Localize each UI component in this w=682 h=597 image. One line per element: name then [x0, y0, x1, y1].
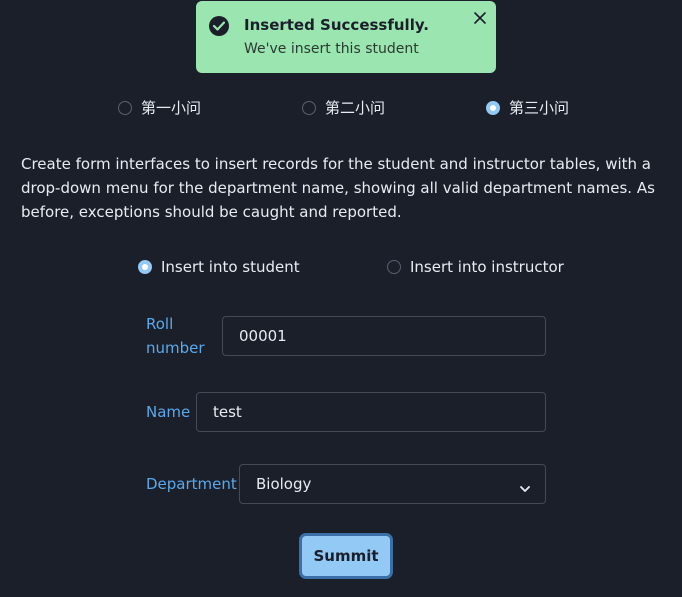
radio-question-1[interactable]: 第一小问 — [118, 97, 201, 118]
radio-insert-instructor[interactable]: Insert into instructor — [387, 258, 564, 276]
radio-insert-student[interactable]: Insert into student — [138, 258, 300, 276]
chevron-down-icon — [519, 479, 531, 498]
page: Inserted Successfully. We've insert this… — [0, 0, 682, 597]
radio-question-1-label: 第一小问 — [141, 99, 202, 117]
roll-number-label-line1: Roll — [146, 315, 174, 333]
radio-button[interactable] — [118, 100, 132, 115]
department-select[interactable]: Biology — [239, 464, 546, 504]
department-select-value: Biology — [256, 475, 312, 493]
radio-button-checked[interactable] — [486, 100, 500, 115]
toast-title: Inserted Successfully. — [244, 16, 429, 34]
submit-button[interactable]: Summit — [299, 533, 393, 579]
radio-question-2[interactable]: 第二小问 — [302, 97, 385, 118]
roll-number-label: Roll number — [146, 312, 205, 360]
radio-question-2-label: 第二小问 — [325, 99, 386, 117]
roll-number-input[interactable] — [222, 316, 546, 356]
radio-question-3[interactable]: 第三小问 — [486, 97, 569, 118]
success-toast: Inserted Successfully. We've insert this… — [196, 1, 496, 73]
name-label: Name — [146, 403, 191, 421]
name-input[interactable] — [196, 392, 546, 432]
radio-question-3-label: 第三小问 — [509, 99, 570, 117]
radio-button-checked[interactable] — [138, 260, 152, 274]
department-label: Department — [146, 475, 237, 493]
radio-insert-student-label: Insert into student — [161, 258, 300, 276]
close-icon[interactable] — [473, 10, 487, 24]
roll-number-label-line2: number — [146, 339, 205, 357]
radio-button[interactable] — [387, 260, 401, 274]
radio-button[interactable] — [302, 100, 316, 115]
question-description: Create form interfaces to insert records… — [21, 155, 655, 221]
check-circle-icon — [209, 16, 229, 36]
toast-message: We've insert this student — [244, 41, 419, 57]
radio-insert-instructor-label: Insert into instructor — [410, 258, 564, 276]
